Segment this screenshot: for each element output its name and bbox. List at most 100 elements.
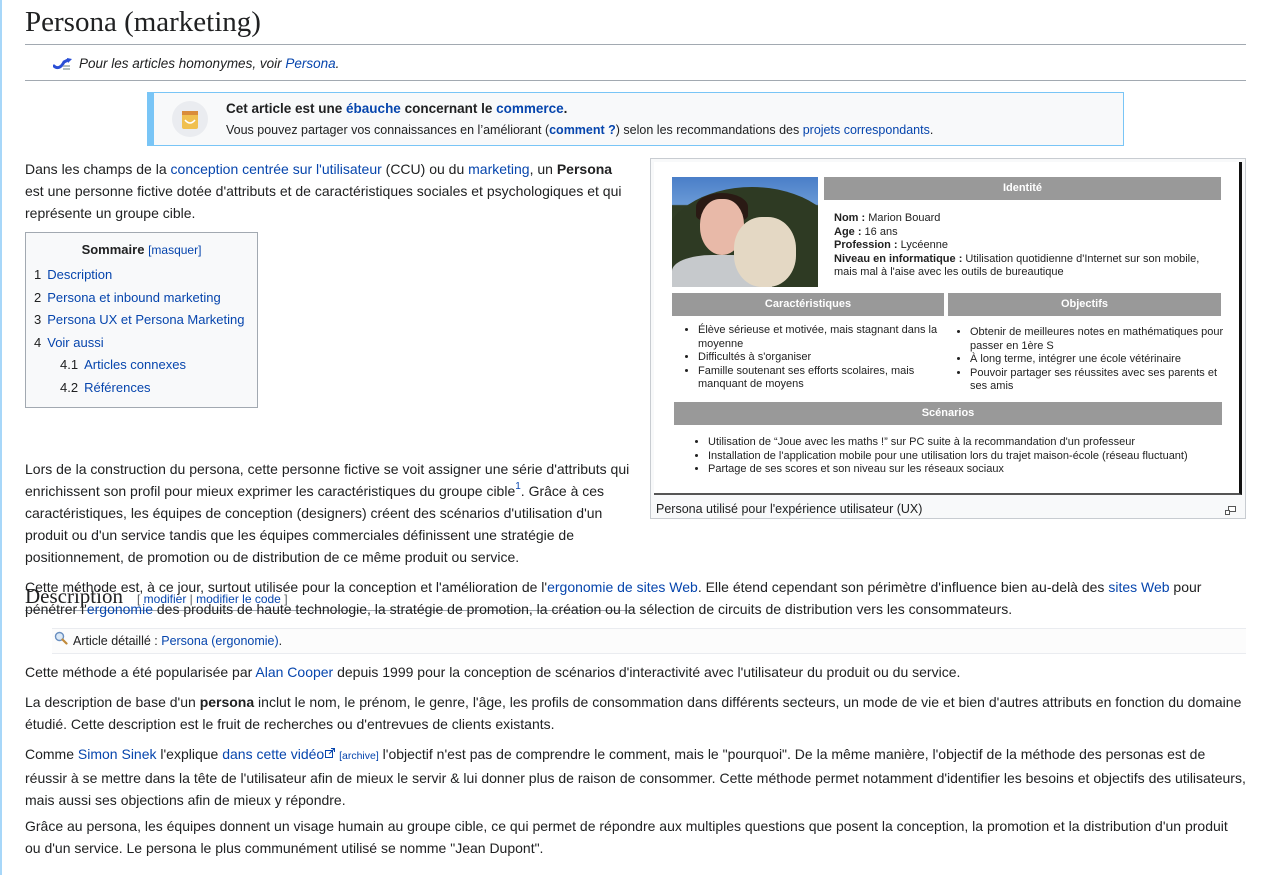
detailed-article-note: Article détaillé : Persona (ergonomie). [52, 628, 1246, 654]
paragraph-text: Cette méthode est, à ce jour, surtout ut… [25, 579, 548, 595]
objectives-list: Obtenir de meilleures notes en mathémati… [944, 326, 1224, 394]
objective-item: Obtenir de meilleures notes en mathémati… [970, 326, 1224, 353]
stub-title-prefix: Cet article est une [226, 100, 347, 116]
toc-number: 3 [34, 312, 42, 328]
toc-link-ux-marketing[interactable]: Persona UX et Persona Marketing [47, 312, 244, 327]
toc-link-description[interactable]: Description [47, 267, 112, 282]
stub-link-comment[interactable]: comment ? [549, 123, 616, 137]
article-content: Persona (marketing) Pour les articles ho… [25, 0, 1246, 612]
toc-number: 4.2 [60, 379, 79, 395]
identity-row: Age : 16 ans [834, 226, 1234, 240]
toc-title: Sommaire [masquer] [34, 240, 249, 260]
toc-item[interactable]: 1 Description [34, 264, 249, 287]
toc-link-voir-aussi[interactable]: Voir aussi [47, 335, 103, 350]
characteristics-header: Caractéristiques [672, 293, 944, 317]
paragraph-text: Comme [25, 746, 78, 762]
identity-list: Nom : Marion Bouard Age : 16 ans Profess… [834, 212, 1234, 280]
stub-link-commerce[interactable]: commerce [496, 101, 564, 116]
identity-key: Profession : [834, 239, 898, 252]
toc-link-inbound[interactable]: Persona et inbound marketing [47, 290, 220, 305]
intro-text: , un [529, 161, 557, 178]
persona-image[interactable]: Identité Nom : Marion Bouard Age : 16 an… [654, 162, 1242, 496]
paragraph-text: depuis 1999 pour la conception de scénar… [333, 664, 961, 680]
hatnote-link-persona[interactable]: Persona [285, 56, 335, 71]
hatnote-suffix: . [335, 55, 340, 71]
paragraph-text: Cette méthode a été popularisée par [25, 664, 256, 680]
link-ergonomie[interactable]: ergonomie [87, 601, 153, 617]
toc-number: 4 [34, 334, 42, 350]
stub-notice: Cet article est une ébauche concernant l… [147, 92, 1124, 147]
identity-key: Age : [834, 225, 862, 238]
identity-value: Lycéenne [897, 239, 948, 252]
page-title: Persona (marketing) [25, 0, 1246, 45]
scenario-item: Partage de ses scores et son niveau sur … [708, 463, 1222, 477]
description-paragraph-4: La description de base d'un persona incl… [25, 691, 1246, 735]
toc-number: 2 [34, 289, 42, 305]
link-alan-cooper[interactable]: Alan Cooper [255, 664, 333, 680]
objectives-header: Objectifs [948, 293, 1221, 317]
stub-body-middle: ) selon les recommandations des [615, 123, 803, 138]
stub-link-projets[interactable]: projets correspondants [803, 123, 930, 137]
toc-item[interactable]: 4.1 Articles connexes [34, 354, 249, 377]
magnifier-icon [54, 629, 68, 653]
characteristic-item: Élève sérieuse et motivée, mais stagnant… [698, 324, 952, 351]
identity-value: Marion Bouard [865, 212, 941, 225]
hatnote-prefix: Pour les articles homonymes, voir [79, 55, 286, 71]
stub-title-suffix: . [563, 100, 568, 116]
paragraph-text: La description de base d'un [25, 694, 200, 710]
hatnote-text: Pour les articles homonymes, voir Person… [79, 53, 339, 75]
scenarios-list: Utilisation de “Joue avec les maths !” s… [682, 436, 1222, 477]
persona-photo [672, 177, 818, 288]
toc-title-text: Sommaire [81, 242, 145, 258]
toc-item[interactable]: 4 Voir aussi [34, 332, 249, 355]
figure-caption: Persona utilisé pour l'expérience utilis… [654, 495, 1242, 519]
characteristics-list: Élève sérieuse et motivée, mais stagnant… [672, 324, 952, 392]
toc-link-articles-connexes[interactable]: Articles connexes [84, 357, 186, 372]
link-sites-web[interactable]: sites Web [1108, 579, 1169, 595]
link-persona-ergonomie[interactable]: Persona (ergonomie) [161, 634, 278, 648]
intro-bold-persona: Persona [556, 161, 613, 178]
figure-caption-text: Persona utilisé pour l'expérience utilis… [656, 502, 923, 517]
description-paragraph-3: Cette méthode a été popularisée par Alan… [25, 661, 1246, 683]
link-archive[interactable]: [archive] [339, 750, 379, 762]
table-of-contents: Sommaire [masquer] 1 Description 2 Persona… [25, 232, 258, 409]
objective-item: À long terme, intégrer une école vétérin… [970, 353, 1224, 367]
paragraph-text: . Elle étend cependant son périmètre d'i… [697, 579, 1109, 595]
toc-list: 1 Description 2 Persona et inbound marketi… [34, 264, 249, 399]
toc-number: 4.1 [60, 357, 79, 373]
detail-note-text: Article détaillé : Persona (ergonomie). [73, 629, 282, 653]
toc-item[interactable]: 4.2 Références [34, 377, 249, 400]
scenarios-header: Scénarios [674, 402, 1222, 426]
identity-row: Nom : Marion Bouard [834, 212, 1234, 226]
intro-text: est une personne fictive dotée d'attribu… [25, 183, 622, 222]
identity-key: Nom : [834, 212, 866, 225]
link-marketing[interactable]: marketing [468, 161, 529, 177]
characteristic-item: Difficultés à s'organiser [698, 351, 952, 365]
link-ccu[interactable]: conception centrée sur l'utilisateur [171, 161, 382, 177]
magnify-clip-icon[interactable] [1225, 501, 1236, 516]
scenario-item: Utilisation de “Joue avec les maths !” s… [708, 436, 1222, 450]
identity-continuation: mais mal à l'aise avec les outils de bur… [834, 266, 1064, 279]
hatnote: Pour les articles homonymes, voir Person… [25, 45, 1246, 82]
toc-item[interactable]: 3 Persona UX et Persona Marketing [34, 309, 249, 332]
scenario-item: Installation de l'application mobile pou… [708, 450, 1222, 464]
page-left-border [0, 0, 2, 875]
external-link-icon [325, 742, 336, 758]
stub-title-middle: concernant le [400, 100, 497, 116]
link-video[interactable]: dans cette vidéo [222, 746, 324, 762]
link-simon-sinek[interactable]: Simon Sinek [78, 746, 157, 762]
stub-body: Vous pouvez partager vos connaissances e… [226, 120, 933, 142]
intro-section: Dans les champs de la conception centrée… [25, 158, 1246, 612]
toc-item[interactable]: 2 Persona et inbound marketing [34, 287, 249, 310]
stub-link-ebauche[interactable]: ébauche [346, 101, 401, 116]
intro-text: Dans les champs de la [25, 161, 171, 178]
detail-suffix: . [278, 634, 283, 648]
link-ergonomie-sites-web[interactable]: ergonomie de sites Web [547, 579, 698, 595]
objective-item: Pouvoir partager ses réussites avec ses … [970, 367, 1224, 394]
stub-body-suffix: . [929, 123, 934, 138]
description-paragraph-5: Comme Simon Sinek l'explique dans cette … [25, 742, 1246, 811]
identity-row: Niveau en informatique : Utilisation quo… [834, 253, 1234, 267]
paragraph-text: l'explique [156, 746, 223, 762]
toc-link-references[interactable]: Références [84, 380, 150, 395]
toc-toggle-link[interactable]: [masquer] [148, 243, 201, 257]
